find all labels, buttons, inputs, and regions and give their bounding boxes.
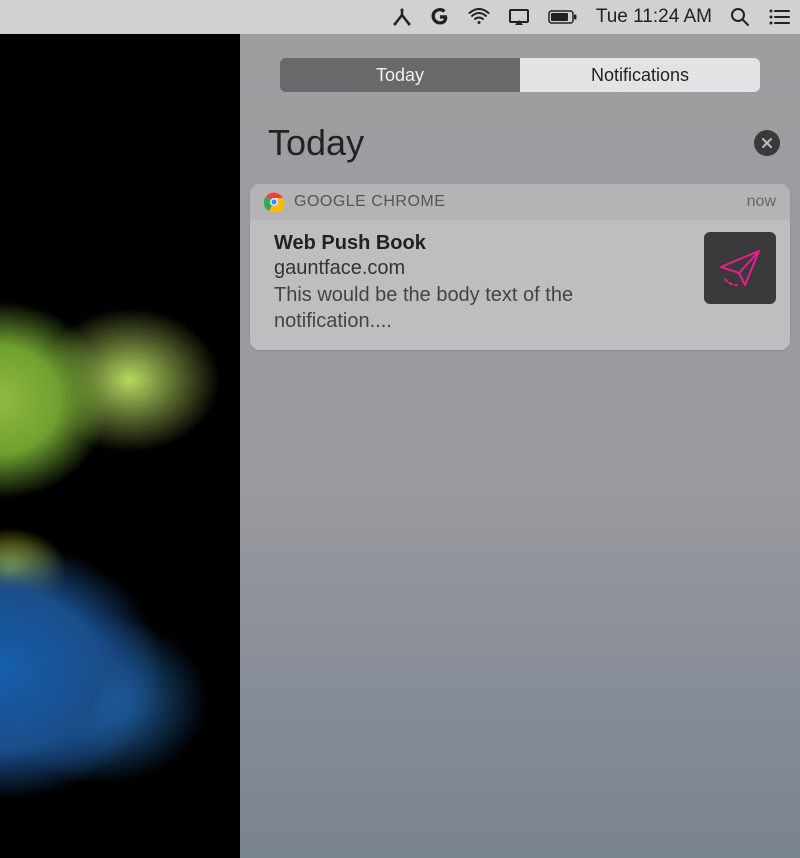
nc-header: Today	[240, 92, 800, 178]
wifi-icon[interactable]	[468, 8, 490, 26]
notification-app-name: GOOGLE CHROME	[294, 193, 747, 211]
nc-tabs: Today Notifications	[280, 58, 760, 92]
chrome-icon	[264, 192, 284, 212]
paper-plane-icon	[715, 243, 765, 293]
airplay-icon[interactable]	[508, 8, 530, 26]
close-icon	[761, 137, 773, 149]
notification-domain: gauntface.com	[274, 257, 690, 280]
spotlight-icon[interactable]	[730, 7, 750, 27]
notification-header: GOOGLE CHROME now	[250, 184, 790, 220]
menubar-google-icon[interactable]	[430, 7, 450, 27]
notification-card[interactable]: GOOGLE CHROME now Web Push Book gauntfac…	[250, 184, 790, 350]
tab-notifications[interactable]: Notifications	[520, 58, 760, 92]
menubar: Tue 11:24 AM	[0, 0, 800, 34]
notification-center-icon[interactable]	[768, 8, 790, 26]
notification-timestamp: now	[747, 193, 776, 211]
menubar-app-icon[interactable]	[392, 8, 412, 26]
notification-text: This would be the body text of the notif…	[274, 282, 690, 334]
clear-button[interactable]	[754, 130, 780, 156]
notification-image	[704, 232, 776, 304]
tab-today[interactable]: Today	[280, 58, 520, 92]
menubar-datetime[interactable]: Tue 11:24 AM	[596, 6, 712, 28]
battery-icon[interactable]	[548, 9, 578, 25]
notification-body: Web Push Book gauntface.com This would b…	[250, 220, 790, 350]
nc-section-title: Today	[268, 122, 364, 164]
desktop-wallpaper	[0, 0, 240, 858]
notification-title: Web Push Book	[274, 232, 690, 255]
notification-center-panel: Today Notifications Today GOOGLE CHROME …	[240, 34, 800, 858]
